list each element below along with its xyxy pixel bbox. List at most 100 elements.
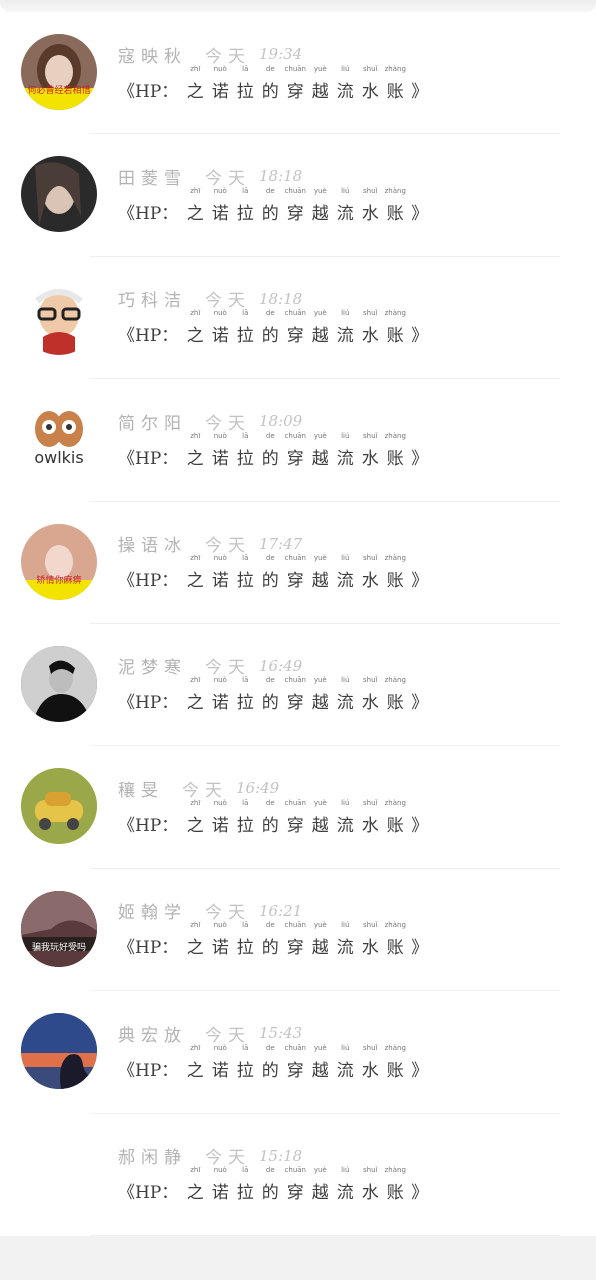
avatar[interactable]: owlkis	[21, 401, 97, 478]
glyph-char: 之	[186, 938, 204, 959]
comment-item[interactable]: 骗我玩好受吗 姬翰学 今天 16:21 《 HP： zhī 之 nuò 诺 lā 拉 de 的 chuān 穿…	[0, 869, 596, 992]
avatar[interactable]	[21, 278, 97, 355]
message-glyph: shuǐ 水	[361, 187, 379, 224]
glyph-char: 越	[311, 1060, 329, 1081]
message-glyph: yuè 越	[311, 676, 329, 713]
comment-day: 今天	[205, 536, 251, 557]
message-bracket-open: 《	[118, 448, 135, 469]
comment-day: 今天	[205, 291, 251, 312]
message-glyph: nuò 诺	[211, 676, 229, 713]
message-glyph: zhàng 账	[385, 1166, 406, 1203]
message-glyph: zhī 之	[186, 799, 204, 836]
comment-message[interactable]: 《 HP： zhī 之 nuò 诺 lā 拉 de 的 chuān 穿 yuè 越 liú 流 shuǐ 水 zhà…	[118, 309, 428, 347]
comment-item[interactable]: 泥梦寒 今天 16:49 《 HP： zhī 之 nuò 诺 lā 拉 de 的 chuān 穿 yuè 越 li…	[0, 624, 596, 747]
comment-message[interactable]: 《 HP： zhī 之 nuò 诺 lā 拉 de 的 chuān 穿 yuè 越 liú 流 shuǐ 水 zhà…	[118, 187, 428, 224]
message-glyph: zhī 之	[186, 676, 204, 713]
avatar[interactable]	[21, 768, 97, 845]
glyph-char: 拉	[236, 81, 254, 102]
comment-item[interactable]: 巧科洁 今天 18:18 《 HP： zhī 之 nuò 诺 lā 拉 de 的 chuān 穿 yuè 越 li…	[0, 257, 596, 380]
comment-item[interactable]: 郝闲静 今天 15:18 《 HP： zhī 之 nuò 诺 lā 拉 de 的 chuān 穿 yuè 越 li…	[0, 1114, 596, 1237]
message-glyph: zhī 之	[186, 65, 204, 102]
message-glyph: zhī 之	[186, 309, 204, 347]
comment-item[interactable]: 矫情你麻痹 操语冰 今天 17:47 《 HP： zhī 之 nuò 诺 lā 拉 de 的 chuān 穿 y…	[0, 502, 596, 625]
username[interactable]: 穰旻	[118, 776, 164, 801]
glyph-char: 水	[361, 203, 379, 224]
message-glyph: lā 拉	[236, 1044, 254, 1081]
message-bracket-close: 》	[411, 1183, 429, 1204]
message-glyph: nuò 诺	[211, 554, 229, 591]
avatar[interactable]: 骗我玩好受吗	[21, 890, 97, 967]
glyph-char: 之	[186, 81, 204, 102]
message-glyph: zhàng 账	[385, 309, 406, 346]
comment-time: 18:18	[259, 289, 303, 308]
glyph-char: 穿	[286, 448, 304, 469]
glyph-char: 流	[336, 1183, 354, 1204]
comment-message[interactable]: 《 HP： zhī 之 nuò 诺 lā 拉 de 的 chuān 穿 yuè 越 liú 流 shuǐ 水 zhà…	[118, 554, 428, 592]
glyph-char: 拉	[236, 448, 254, 469]
glyph-char: 的	[261, 448, 279, 469]
username[interactable]: 田菱雪	[118, 164, 187, 189]
avatar[interactable]	[21, 645, 97, 722]
avatar[interactable]: 何必曾经若相惜	[21, 34, 97, 110]
comment-meta: 田菱雪 今天 18:18	[118, 164, 302, 189]
username[interactable]: 典宏放	[118, 1021, 187, 1046]
avatar[interactable]: 矫情你麻痹	[21, 523, 97, 600]
glyph-char: 诺	[211, 326, 229, 347]
message-prefix: HP：	[135, 81, 179, 102]
glyph-char: 诺	[211, 203, 229, 224]
glyph-char: 诺	[211, 1183, 229, 1204]
message-glyph: chuān 穿	[285, 187, 306, 224]
glyph-char: 的	[261, 815, 279, 836]
avatar[interactable]	[21, 156, 97, 233]
message-glyph: liú 流	[336, 65, 354, 102]
glyph-char: 的	[261, 571, 279, 592]
username[interactable]: 郝闲静	[118, 1143, 187, 1168]
message-glyph: lā 拉	[236, 187, 254, 224]
message-glyph: yuè 越	[311, 309, 329, 346]
username[interactable]: 巧科洁	[118, 286, 187, 311]
comment-item[interactable]: 田菱雪 今天 18:18 《 HP： zhī 之 nuò 诺 lā 拉 de 的 chuān 穿 yuè 越 li…	[0, 134, 596, 258]
message-prefix: HP：	[135, 693, 179, 714]
username[interactable]: 寇映秋	[118, 42, 187, 67]
comment-message[interactable]: 《 HP： zhī 之 nuò 诺 lā 拉 de 的 chuān 穿 yuè 越 liú 流 shuǐ 水 zhà…	[118, 921, 428, 959]
glyph-char: 拉	[236, 815, 254, 836]
glyph-char: 穿	[286, 203, 304, 224]
message-glyph: lā 拉	[236, 1166, 254, 1203]
avatar[interactable]	[21, 1135, 97, 1212]
comment-message[interactable]: 《 HP： zhī 之 nuò 诺 lā 拉 de 的 chuān 穿 yuè 越 liú 流 shuǐ 水 zhà…	[118, 432, 428, 469]
message-prefix: HP：	[135, 1060, 179, 1081]
message-glyph: zhī 之	[186, 1044, 204, 1081]
toy-car-flowers-icon	[21, 768, 97, 845]
comment-item[interactable]: 何必曾经若相惜 寇映秋 今天 19:34 《 HP： zhī 之 nuò 诺 lā 拉 de 的 chuān…	[0, 12, 596, 135]
glyph-char: 账	[386, 815, 404, 836]
message-glyph: lā 拉	[236, 676, 254, 713]
message-glyph: chuān 穿	[285, 1166, 306, 1204]
comment-message[interactable]: 《 HP： zhī 之 nuò 诺 lā 拉 de 的 chuān 穿 yuè 越 liú 流 shuǐ 水 zhà…	[118, 799, 428, 836]
message-glyph: nuò 诺	[211, 432, 229, 469]
message-prefix: HP：	[135, 938, 179, 959]
comment-item[interactable]: owlkis 简尔阳 今天 18:09 《 HP： zhī 之 nuò 诺 lā 拉 de 的 chuān 穿…	[0, 379, 596, 502]
comment-message[interactable]: 《 HP： zhī 之 nuò 诺 lā 拉 de 的 chuān 穿 yuè 越 liú 流 shuǐ 水 zhà…	[118, 65, 428, 102]
username[interactable]: 操语冰	[118, 531, 187, 556]
comment-list: 何必曾经若相惜 寇映秋 今天 19:34 《 HP： zhī 之 nuò 诺 lā 拉 de 的 chuān…	[0, 12, 596, 1237]
avatar-man-bw-icon	[21, 645, 97, 722]
username[interactable]: 姬翰学	[118, 898, 187, 923]
comment-message[interactable]: 《 HP： zhī 之 nuò 诺 lā 拉 de 的 chuān 穿 yuè 越 liú 流 shuǐ 水 zhà…	[118, 676, 428, 714]
username[interactable]: 简尔阳	[118, 409, 187, 434]
avatar[interactable]	[21, 1013, 97, 1090]
avatar-cartoon-old-man-icon	[21, 278, 97, 355]
glyph-char: 越	[311, 938, 329, 959]
comment-message[interactable]: 《 HP： zhī 之 nuò 诺 lā 拉 de 的 chuān 穿 yuè 越 liú 流 shuǐ 水 zhà…	[118, 1044, 428, 1081]
comment-item[interactable]: 典宏放 今天 15:43 《 HP： zhī 之 nuò 诺 lā 拉 de 的 chuān 穿 yuè 越 li…	[0, 991, 596, 1114]
message-glyph: shuǐ 水	[361, 554, 379, 591]
glyph-char: 穿	[286, 1183, 304, 1204]
comment-message[interactable]: 《 HP： zhī 之 nuò 诺 lā 拉 de 的 chuān 穿 yuè 越 liú 流 shuǐ 水 zhà…	[118, 1166, 429, 1204]
username[interactable]: 泥梦寒	[118, 653, 187, 678]
glyph-char: 之	[186, 326, 204, 347]
glyph-char: 流	[336, 203, 354, 224]
message-prefix: HP：	[135, 326, 179, 347]
message-glyph: liú 流	[336, 676, 354, 713]
message-glyph: lā 拉	[236, 921, 254, 958]
glyph-pinyin: zhàng	[384, 309, 406, 318]
comment-item[interactable]: 穰旻 今天 16:49 《 HP： zhī 之 nuò 诺 lā 拉 de 的 chuān 穿 yuè 越 liú…	[0, 746, 596, 870]
